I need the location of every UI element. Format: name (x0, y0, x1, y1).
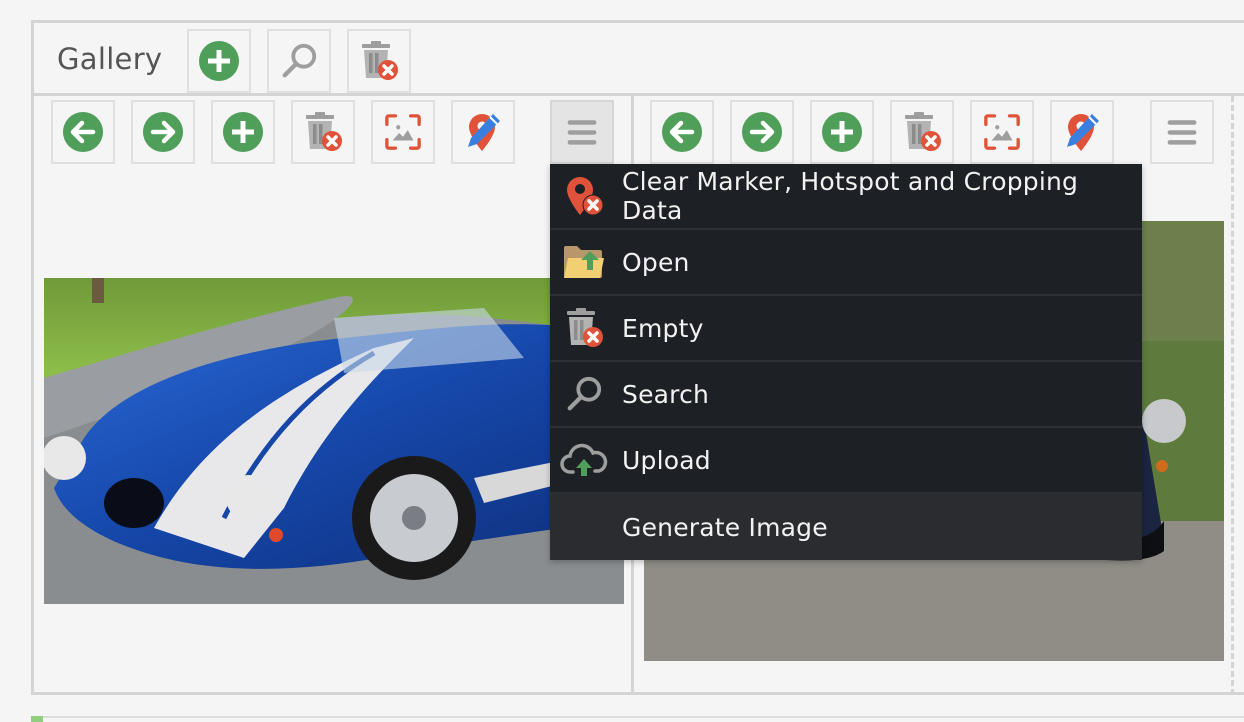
gallery-image[interactable] (44, 278, 624, 604)
cloud-upload-icon (560, 442, 608, 478)
move-left-button[interactable] (51, 100, 115, 164)
arrow-left-circle-icon (662, 112, 702, 152)
plus-circle-icon (199, 41, 239, 81)
trash-delete-icon (303, 112, 343, 152)
menu-item-upload[interactable]: Upload (550, 428, 1142, 494)
crop-button[interactable] (371, 100, 435, 164)
trash-delete-icon (902, 112, 942, 152)
menu-item-empty[interactable]: Empty (550, 296, 1142, 362)
arrow-right-circle-icon (742, 112, 782, 152)
menu-item-label: Empty (622, 313, 704, 343)
gallery-empty-button[interactable] (347, 29, 411, 93)
arrow-left-circle-icon (63, 112, 103, 152)
arrow-right-circle-icon (143, 112, 183, 152)
menu-item-search[interactable]: Search (550, 362, 1142, 428)
gallery-search-button[interactable] (267, 29, 331, 93)
add-button[interactable] (810, 100, 874, 164)
trash-delete-icon (564, 308, 604, 348)
menu-item-label: Open (622, 247, 690, 277)
marker-edit-icon (463, 112, 503, 152)
edit-marker-button[interactable] (451, 100, 515, 164)
crop-image-icon (384, 113, 422, 151)
delete-button[interactable] (890, 100, 954, 164)
menu-item-generate-image[interactable]: Generate Image (550, 494, 1142, 560)
gallery-add-button[interactable] (187, 29, 251, 93)
status-indicator (31, 716, 43, 722)
trash-delete-icon (359, 41, 399, 81)
context-menu: Clear Marker, Hotspot and Cropping Data … (550, 164, 1142, 560)
crop-button[interactable] (970, 100, 1034, 164)
next-section-border (31, 716, 1244, 722)
hamburger-menu-icon (1164, 114, 1200, 150)
menu-item-label: Clear Marker, Hotspot and Cropping Data (622, 167, 1079, 225)
menu-item-clear-marker[interactable]: Clear Marker, Hotspot and Cropping Data (550, 164, 1142, 230)
plus-circle-icon (822, 112, 862, 152)
move-right-button[interactable] (131, 100, 195, 164)
gallery-title: Gallery (57, 42, 163, 76)
menu-button[interactable] (1150, 100, 1214, 164)
move-left-button[interactable] (650, 100, 714, 164)
crop-image-icon (983, 113, 1021, 151)
search-icon (280, 42, 318, 80)
car-image (44, 278, 624, 604)
folder-open-icon (562, 244, 606, 280)
delete-button[interactable] (291, 100, 355, 164)
move-right-button[interactable] (730, 100, 794, 164)
marker-edit-icon (1062, 112, 1102, 152)
plus-circle-icon (223, 112, 263, 152)
menu-item-label: Upload (622, 445, 711, 475)
search-icon (565, 375, 603, 413)
hamburger-menu-icon (564, 114, 600, 150)
marker-clear-icon (564, 176, 604, 216)
add-button[interactable] (211, 100, 275, 164)
menu-item-open[interactable]: Open (550, 230, 1142, 296)
edit-marker-button[interactable] (1050, 100, 1114, 164)
menu-item-label: Generate Image (622, 512, 828, 542)
gallery-item-panel (34, 96, 634, 695)
menu-button[interactable] (550, 100, 614, 164)
gallery-header: Gallery (34, 23, 1244, 96)
menu-item-label: Search (622, 379, 710, 409)
